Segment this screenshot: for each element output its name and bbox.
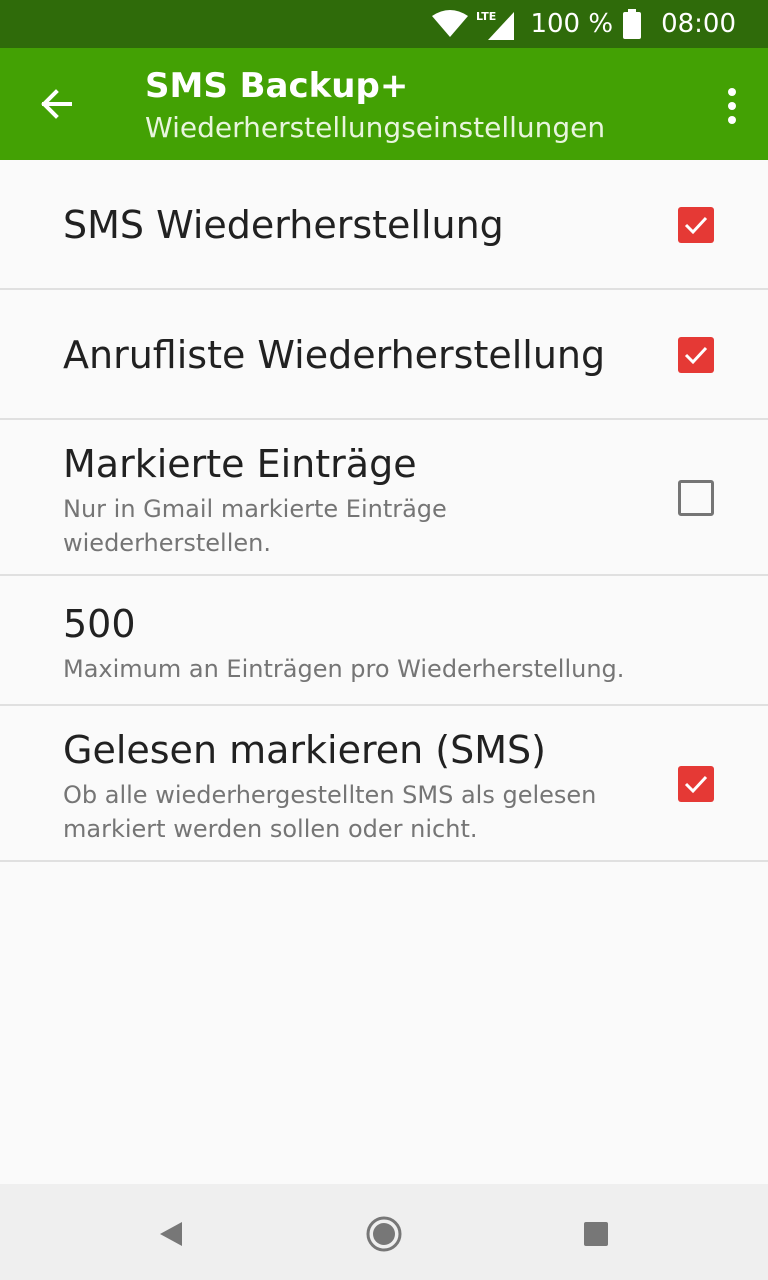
more-vert-icon[interactable]	[726, 86, 738, 126]
status-bar: LTE 100 % 08:00	[0, 0, 768, 48]
home-circle-icon[interactable]	[364, 1214, 404, 1254]
setting-starred-items[interactable]: Markierte Einträge Nur in Gmail markiert…	[0, 420, 768, 576]
screen-subtitle: Wiederherstellungseinstellungen	[145, 111, 606, 144]
check-icon	[684, 346, 708, 365]
setting-title: 500	[63, 602, 136, 646]
setting-summary: Maximum an Einträgen pro Wiederherstellu…	[63, 655, 625, 683]
system-nav-bar	[0, 1184, 768, 1280]
recents-square-icon[interactable]	[576, 1214, 616, 1254]
setting-sms-restore[interactable]: SMS Wiederherstellung	[0, 160, 768, 290]
settings-list: SMS Wiederherstellung Anrufliste Wiederh…	[0, 160, 768, 862]
starred-items-checkbox[interactable]	[678, 480, 714, 516]
setting-title: Anrufliste Wiederherstellung	[63, 333, 606, 377]
mark-as-read-checkbox[interactable]	[678, 766, 714, 802]
setting-max-items[interactable]: 500 Maximum an Einträgen pro Wiederherst…	[0, 576, 768, 706]
wifi-icon	[432, 10, 469, 37]
back-triangle-icon[interactable]	[152, 1214, 192, 1254]
app-title: SMS Backup+	[145, 66, 409, 106]
setting-title: Gelesen markieren (SMS)	[63, 728, 546, 772]
setting-summary: Ob alle wiederhergestellten SMS als gele…	[63, 781, 597, 843]
setting-title: SMS Wiederherstellung	[63, 203, 504, 247]
battery-percentage: 100 %	[530, 9, 614, 39]
call-log-restore-checkbox[interactable]	[678, 337, 714, 373]
setting-mark-as-read[interactable]: Gelesen markieren (SMS) Ob alle wiederhe…	[0, 706, 768, 862]
network-label: LTE	[476, 10, 496, 23]
back-arrow-icon[interactable]	[36, 84, 76, 124]
check-icon	[684, 775, 708, 794]
app-bar: SMS Backup+ Wiederherstellungseinstellun…	[0, 48, 768, 160]
sms-restore-checkbox[interactable]	[678, 207, 714, 243]
check-icon	[684, 216, 708, 235]
setting-summary: Nur in Gmail markierte Einträge wiederhe…	[63, 495, 447, 557]
lte-signal-icon: LTE	[476, 10, 515, 40]
setting-call-log-restore[interactable]: Anrufliste Wiederherstellung	[0, 290, 768, 420]
clock: 08:00	[661, 9, 736, 39]
battery-icon	[623, 9, 642, 39]
setting-title: Markierte Einträge	[63, 442, 417, 486]
